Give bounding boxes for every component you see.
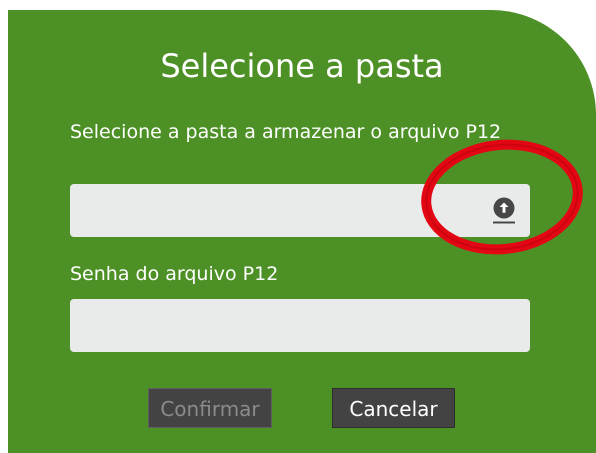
upload-button[interactable] <box>491 196 517 224</box>
folder-label: Selecione a pasta a armazenar o arquivo … <box>70 121 502 143</box>
screenshot-stage: Selecione a pasta Selecione a pasta a ar… <box>0 0 596 453</box>
folder-path-field[interactable] <box>70 184 530 237</box>
confirm-button[interactable]: Confirmar <box>148 388 272 428</box>
password-field[interactable] <box>70 299 530 352</box>
cancel-button[interactable]: Cancelar <box>332 388 455 428</box>
upload-circle-icon <box>493 197 515 224</box>
select-folder-dialog: Selecione a pasta Selecione a pasta a ar… <box>8 10 596 453</box>
dialog-title: Selecione a pasta <box>160 47 444 85</box>
password-label: Senha do arquivo P12 <box>70 263 279 285</box>
